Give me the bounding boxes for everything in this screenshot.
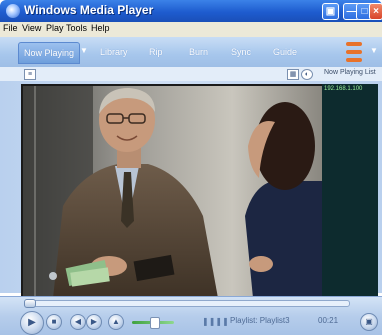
tab-burn[interactable]: Burn (189, 47, 208, 57)
visualization-icon[interactable]: ▦ (287, 69, 299, 80)
tab-guide[interactable]: Guide (273, 47, 297, 57)
menu-tools[interactable]: Tools (66, 23, 87, 33)
seek-thumb[interactable] (24, 299, 36, 308)
tab-now-playing[interactable]: Now Playing (18, 42, 81, 64)
menu-play[interactable]: Play (46, 23, 64, 33)
enhancements-icon[interactable]: ◐ (301, 69, 313, 80)
mini-player-icon: ▣ (325, 6, 336, 17)
full-screen-button[interactable]: ▣ (360, 313, 378, 331)
previous-icon: ◀ (74, 317, 82, 326)
layout-chevron-icon[interactable]: ▼ (370, 46, 378, 55)
title-bar: Windows Media Player ▣ — □ × (0, 0, 382, 22)
windows-media-logo-icon (346, 40, 362, 64)
list-item[interactable]: 192.168.1.100 (324, 86, 362, 92)
video-frame-image (23, 86, 322, 298)
close-icon: × (373, 6, 379, 17)
close-button[interactable]: × (369, 3, 382, 20)
full-screen-icon: ▣ (365, 317, 373, 326)
mute-button[interactable]: ▲ (108, 314, 124, 330)
menu-icon[interactable]: ≡ (24, 69, 36, 80)
media-player-icon (6, 4, 20, 18)
stop-button[interactable]: ■ (46, 314, 62, 330)
stop-icon: ■ (51, 317, 57, 326)
menu-bar: File View Play Tools Help (0, 22, 382, 38)
seek-bar[interactable] (28, 300, 350, 307)
mini-player-button[interactable]: ▣ (322, 3, 339, 20)
menu-view[interactable]: View (22, 23, 41, 33)
volume-thumb[interactable] (150, 317, 160, 329)
elapsed-time: 00:21 (318, 316, 339, 325)
media-player-window: Windows Media Player ▣ — □ × File View P… (0, 0, 382, 335)
status-playlist-text: Playlist: Playlist3 (230, 316, 290, 325)
menu-help[interactable]: Help (91, 23, 110, 33)
tab-rip[interactable]: Rip (149, 47, 163, 57)
speaker-icon: ▲ (112, 317, 120, 326)
tab-sync[interactable]: Sync (231, 47, 251, 57)
play-button[interactable]: ▶ (20, 311, 44, 335)
equalizer-icon: ❚❚❚❚ (202, 317, 229, 326)
video-display[interactable] (21, 84, 324, 300)
next-button[interactable]: ▶ (86, 314, 102, 330)
menu-file[interactable]: File (3, 23, 18, 33)
previous-button[interactable]: ◀ (70, 314, 86, 330)
transport-controls: ▶ ■ ◀ ▶ ▲ ❚❚❚❚ Playlist: Playlist3 00:21… (0, 296, 382, 335)
next-icon: ▶ (90, 317, 98, 326)
play-icon: ▶ (28, 317, 36, 328)
task-tab-bar: Now Playing ▼ Library Rip Burn Sync Guid… (0, 37, 382, 67)
window-title: Windows Media Player (24, 3, 154, 17)
now-playing-toolbar: ≡ ▦ ◐ Now Playing List (0, 67, 382, 81)
chevron-down-icon[interactable]: ▼ (80, 46, 88, 55)
tab-library[interactable]: Library (100, 47, 128, 57)
now-playing-list: 192.168.1.100 (322, 84, 378, 296)
now-playing-list-label[interactable]: Now Playing List (324, 69, 376, 76)
